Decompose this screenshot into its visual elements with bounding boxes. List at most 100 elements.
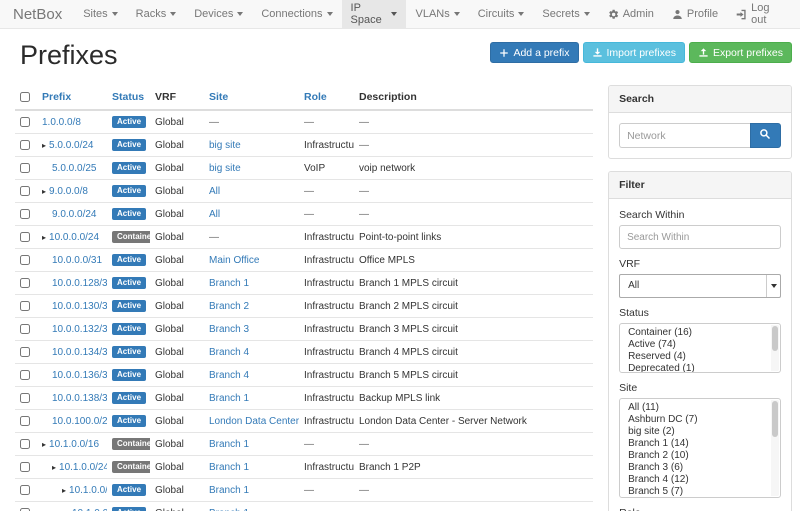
nav-item-secrets[interactable]: Secrets [533, 0, 598, 28]
option[interactable]: Reserved (4) [620, 351, 780, 363]
row-checkbox[interactable] [20, 462, 30, 472]
add-a-prefix-button[interactable]: Add a prefix [490, 42, 578, 63]
row-checkbox[interactable] [20, 232, 30, 242]
option[interactable]: Branch 3 (6) [620, 462, 780, 474]
site-link[interactable]: Branch 2 [209, 301, 249, 312]
search-button[interactable] [750, 123, 781, 148]
prefix-link[interactable]: 10.1.0.0/16 [49, 439, 99, 450]
site-link[interactable]: Branch 4 [209, 347, 249, 358]
row-checkbox[interactable] [20, 393, 30, 403]
prefix-link[interactable]: 10.1.0.0/26 [72, 508, 107, 511]
nav-item-vlans[interactable]: VLANs [406, 0, 468, 28]
prefix-link[interactable]: 5.0.0.0/24 [49, 140, 93, 151]
row-checkbox[interactable] [20, 347, 30, 357]
option[interactable]: Branch 2 (10) [620, 450, 780, 462]
site-listbox[interactable]: All (11)Ashburn DC (7)big site (2)Branch… [619, 398, 781, 498]
nav-item-circuits[interactable]: Circuits [469, 0, 534, 28]
row-checkbox[interactable] [20, 186, 30, 196]
option[interactable]: big site (2) [620, 426, 780, 438]
site-link[interactable]: Branch 3 [209, 324, 249, 335]
site-link[interactable]: Branch 1 [209, 485, 249, 496]
row-checkbox[interactable] [20, 163, 30, 173]
column-header-status[interactable]: Status [107, 85, 150, 110]
scrollbar-thumb[interactable] [772, 326, 778, 351]
prefix-link[interactable]: 10.0.0.0/24 [49, 232, 99, 243]
table-row: 9.0.0.0/24ActiveGlobalAll—— [15, 203, 593, 226]
prefix-link[interactable]: 10.0.0.130/31 [52, 301, 107, 312]
column-header-prefix[interactable]: Prefix [37, 85, 107, 110]
prefix-link[interactable]: 1.0.0.0/8 [42, 117, 81, 128]
select-all-checkbox[interactable] [20, 92, 30, 102]
row-checkbox[interactable] [20, 117, 30, 127]
option[interactable]: Deprecated (1) [620, 363, 780, 373]
prefix-link[interactable]: 10.1.0.0/24 [59, 462, 107, 473]
row-checkbox[interactable] [20, 485, 30, 495]
option[interactable]: Container (16) [620, 327, 780, 339]
nav-item-admin[interactable]: Admin [599, 0, 663, 28]
nav-item-devices[interactable]: Devices [185, 0, 252, 28]
toolbar: Add a prefixImport prefixesExport prefix… [490, 42, 792, 63]
site-link[interactable]: Branch 1 [209, 278, 249, 289]
row-checkbox[interactable] [20, 439, 30, 449]
row-checkbox[interactable] [20, 255, 30, 265]
site-link[interactable]: London Data Center [209, 416, 299, 427]
site-link[interactable]: big site [209, 140, 241, 151]
row-checkbox[interactable] [20, 324, 30, 334]
nav-item-sites[interactable]: Sites [74, 0, 126, 28]
prefix-link[interactable]: 10.0.0.128/31 [52, 278, 107, 289]
import-prefixes-button[interactable]: Import prefixes [583, 42, 685, 63]
prefix-link[interactable]: 10.0.0.134/31 [52, 347, 107, 358]
nav-item-connections[interactable]: Connections [252, 0, 341, 28]
status-badge: Active [112, 392, 146, 404]
role-cell: Infrastructure [299, 272, 354, 295]
site-link[interactable]: Branch 1 [209, 439, 249, 450]
prefix-link[interactable]: 10.1.0.0/25 [69, 485, 107, 496]
prefix-link[interactable]: 5.0.0.0/25 [52, 163, 96, 174]
prefix-link[interactable]: 10.0.0.136/31 [52, 370, 107, 381]
nav-item-label: Profile [687, 8, 718, 20]
nav-item-profile[interactable]: Profile [663, 0, 727, 28]
prefix-link[interactable]: 10.0.100.0/24 [52, 416, 107, 427]
prefix-link[interactable]: 9.0.0.0/24 [52, 209, 96, 220]
column-header-role[interactable]: Role [299, 85, 354, 110]
option[interactable]: Active (74) [620, 339, 780, 351]
search-input[interactable] [619, 123, 750, 148]
nav-item-racks[interactable]: Racks [127, 0, 186, 28]
status-listbox[interactable]: Container (16)Active (74)Reserved (4)Dep… [619, 323, 781, 373]
row-checkbox[interactable] [20, 370, 30, 380]
row-checkbox[interactable] [20, 416, 30, 426]
site-link[interactable]: Main Office [209, 255, 259, 266]
option[interactable]: Branch 5 (7) [620, 486, 780, 498]
site-link[interactable]: Branch 1 [209, 462, 249, 473]
export-prefixes-button[interactable]: Export prefixes [689, 42, 792, 63]
brand[interactable]: NetBox [0, 0, 74, 28]
row-checkbox[interactable] [20, 278, 30, 288]
option[interactable]: Branch 4 (12) [620, 474, 780, 486]
row-checkbox[interactable] [20, 301, 30, 311]
site-link[interactable]: Branch 1 [209, 508, 249, 511]
site-link[interactable]: big site [209, 163, 241, 174]
site-link[interactable]: All [209, 186, 220, 197]
site-link[interactable]: All [209, 209, 220, 220]
vrf-select[interactable]: All [619, 274, 781, 298]
prefix-link[interactable]: 10.0.0.0/31 [52, 255, 102, 266]
row-checkbox[interactable] [20, 140, 30, 150]
row-checkbox[interactable] [20, 209, 30, 219]
nav-item-ip-space[interactable]: IP Space [342, 0, 407, 28]
option[interactable]: All (11) [620, 402, 780, 414]
vrf-value: Global [155, 186, 184, 197]
search-within-input[interactable] [619, 225, 781, 249]
prefix-link[interactable]: 10.0.0.138/31 [52, 393, 107, 404]
prefix-link[interactable]: 10.0.0.132/31 [52, 324, 107, 335]
option[interactable]: Ashburn DC (7) [620, 414, 780, 426]
site-link[interactable]: Branch 4 [209, 370, 249, 381]
column-header-site[interactable]: Site [204, 85, 299, 110]
prefix-cell: 10.0.100.0/24 [37, 410, 107, 433]
nav-item-log-out[interactable]: Log out [727, 0, 794, 28]
prefix-link[interactable]: 9.0.0.0/8 [49, 186, 88, 197]
status-badge: Active [112, 300, 146, 312]
role-value: Infrastructure [304, 462, 354, 473]
scrollbar-thumb[interactable] [772, 401, 778, 437]
option[interactable]: Branch 1 (14) [620, 438, 780, 450]
site-link[interactable]: Branch 1 [209, 393, 249, 404]
